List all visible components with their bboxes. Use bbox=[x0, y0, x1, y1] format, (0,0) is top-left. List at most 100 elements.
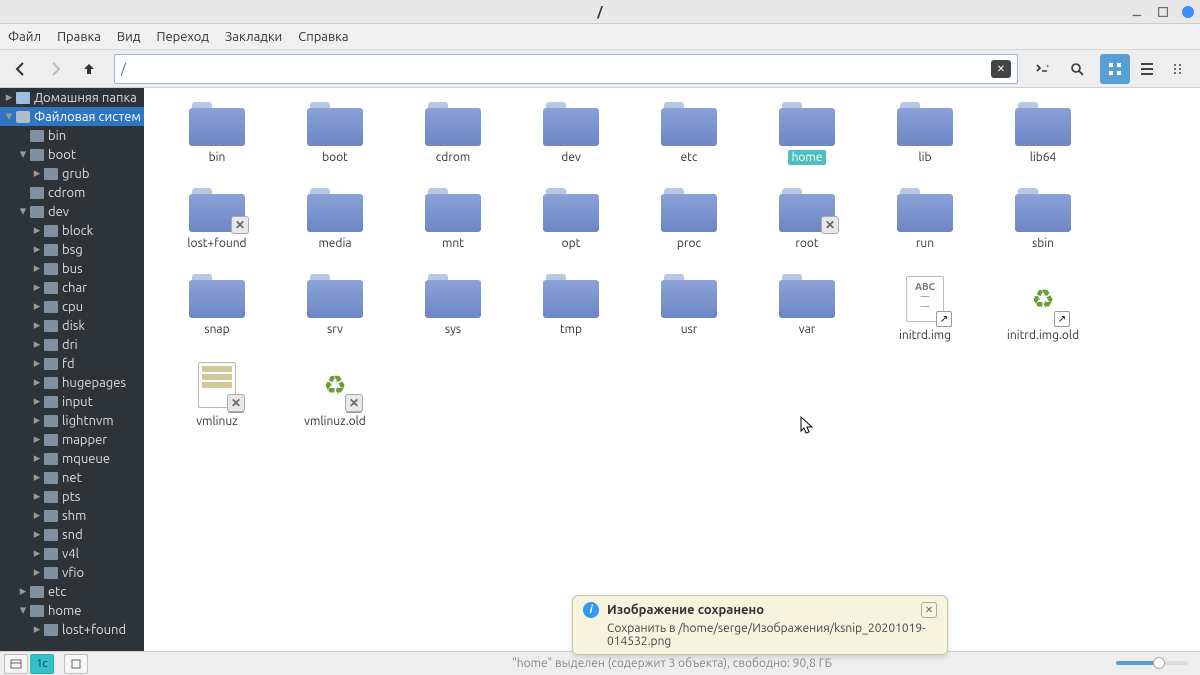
file-item-vmlinuz[interactable]: ↗✕vmlinuz bbox=[158, 360, 276, 446]
sidebar-item-grub[interactable]: ▸grub bbox=[0, 164, 144, 183]
sidebar-item-bin[interactable]: bin bbox=[0, 126, 144, 145]
tree-twisty-icon[interactable]: ▾ bbox=[16, 204, 30, 219]
minimize-button[interactable] bbox=[1130, 5, 1144, 19]
sidebar-item-lightnvm[interactable]: ▸lightnvm bbox=[0, 411, 144, 430]
file-item-srv[interactable]: srv bbox=[276, 274, 394, 360]
sidebar-item-home[interactable]: ▸Домашняя папка bbox=[0, 88, 144, 107]
file-item-root[interactable]: ✕root bbox=[748, 188, 866, 274]
file-item-usr[interactable]: usr bbox=[630, 274, 748, 360]
icon-view-button[interactable] bbox=[1100, 54, 1130, 84]
sidebar-item-lost-found[interactable]: ▸lost+found bbox=[0, 620, 144, 639]
tree-twisty-icon[interactable]: ▸ bbox=[30, 470, 44, 485]
clear-path-icon[interactable]: ✕ bbox=[991, 60, 1011, 78]
file-item-proc[interactable]: proc bbox=[630, 188, 748, 274]
file-item-initrd-img[interactable]: ABC——↗initrd.img bbox=[866, 274, 984, 360]
sidebar-item-vfio[interactable]: ▸vfio bbox=[0, 563, 144, 582]
file-item-snap[interactable]: snap bbox=[158, 274, 276, 360]
sidebar-item-disk[interactable]: ▸disk bbox=[0, 316, 144, 335]
tree-twisty-icon[interactable]: ▸ bbox=[30, 261, 44, 276]
forward-button[interactable] bbox=[40, 54, 70, 84]
sidebar-item-input[interactable]: ▸input bbox=[0, 392, 144, 411]
tree-twisty-icon[interactable]: ▸ bbox=[16, 584, 30, 599]
tree-twisty-icon[interactable]: ▸ bbox=[30, 242, 44, 257]
menu-file[interactable]: Файл bbox=[8, 30, 41, 44]
file-item-mnt[interactable]: mnt bbox=[394, 188, 512, 274]
sidebar-item-cdrom[interactable]: cdrom bbox=[0, 183, 144, 202]
path-input[interactable] bbox=[121, 62, 991, 76]
path-entry[interactable]: ✕ bbox=[114, 54, 1018, 84]
tree-twisty-icon[interactable]: ▾ bbox=[16, 603, 30, 618]
tree-twisty-icon[interactable]: ▸ bbox=[30, 451, 44, 466]
places-panel-button[interactable] bbox=[4, 654, 28, 674]
tree-twisty-icon[interactable]: ▸ bbox=[2, 90, 16, 105]
menu-help[interactable]: Справка bbox=[298, 30, 348, 44]
menu-view[interactable]: Вид bbox=[117, 30, 141, 44]
sidebar-item-char[interactable]: ▸char bbox=[0, 278, 144, 297]
sidebar-item-fd[interactable]: ▸fd bbox=[0, 354, 144, 373]
sidebar-item-boot[interactable]: ▾boot bbox=[0, 145, 144, 164]
tree-twisty-icon[interactable]: ▾ bbox=[16, 147, 30, 162]
sidebar-item-bsg[interactable]: ▸bsg bbox=[0, 240, 144, 259]
sidebar-item-dev[interactable]: ▾dev bbox=[0, 202, 144, 221]
sidebar-item-filesystem[interactable]: ▾Файловая систем bbox=[0, 107, 144, 126]
file-item-opt[interactable]: opt bbox=[512, 188, 630, 274]
zoom-slider[interactable] bbox=[1116, 661, 1188, 665]
tree-twisty-icon[interactable]: ▸ bbox=[30, 318, 44, 333]
menu-go[interactable]: Переход bbox=[156, 30, 209, 44]
sidebar-item-etc[interactable]: ▸etc bbox=[0, 582, 144, 601]
sidebar-item-bus[interactable]: ▸bus bbox=[0, 259, 144, 278]
tree-twisty-icon[interactable]: ▸ bbox=[30, 489, 44, 504]
sidebar-item-shm[interactable]: ▸shm bbox=[0, 506, 144, 525]
file-item-sys[interactable]: sys bbox=[394, 274, 512, 360]
tree-twisty-icon[interactable]: ▸ bbox=[30, 223, 44, 238]
sidebar-tree[interactable]: ▸Домашняя папка▾Файловая системbin▾boot▸… bbox=[0, 88, 144, 651]
sidebar-item-v4l[interactable]: ▸v4l bbox=[0, 544, 144, 563]
file-item-lib64[interactable]: lib64 bbox=[984, 102, 1102, 188]
file-item-media[interactable]: media bbox=[276, 188, 394, 274]
tree-panel-button[interactable]: 1c bbox=[30, 654, 54, 674]
tree-twisty-icon[interactable]: ▸ bbox=[30, 565, 44, 580]
list-view-button[interactable] bbox=[1132, 54, 1162, 84]
tree-twisty-icon[interactable]: ▸ bbox=[30, 166, 44, 181]
tree-twisty-icon[interactable]: ▸ bbox=[30, 394, 44, 409]
tree-twisty-icon[interactable]: ▸ bbox=[30, 546, 44, 561]
terminal-button[interactable] bbox=[1028, 54, 1058, 84]
tree-twisty-icon[interactable]: ▸ bbox=[30, 413, 44, 428]
tree-twisty-icon[interactable]: ▸ bbox=[30, 280, 44, 295]
sidebar-item-hugepages[interactable]: ▸hugepages bbox=[0, 373, 144, 392]
extra-panel-button[interactable] bbox=[64, 654, 88, 674]
tree-twisty-icon[interactable]: ▸ bbox=[30, 527, 44, 542]
tree-twisty-icon[interactable]: ▸ bbox=[30, 337, 44, 352]
close-button[interactable] bbox=[1182, 6, 1194, 18]
up-button[interactable] bbox=[74, 54, 104, 84]
notification-close-button[interactable]: ✕ bbox=[921, 602, 937, 618]
file-item-lib[interactable]: lib bbox=[866, 102, 984, 188]
file-item-var[interactable]: var bbox=[748, 274, 866, 360]
tree-twisty-icon[interactable]: ▾ bbox=[2, 109, 16, 124]
tree-twisty-icon[interactable]: ▸ bbox=[30, 622, 44, 637]
menu-bookmarks[interactable]: Закладки bbox=[225, 30, 282, 44]
compact-view-button[interactable] bbox=[1164, 54, 1194, 84]
file-item-bin[interactable]: bin bbox=[158, 102, 276, 188]
file-item-initrd-img-old[interactable]: ♻↗initrd.img.old bbox=[984, 274, 1102, 360]
back-button[interactable] bbox=[6, 54, 36, 84]
file-item-etc[interactable]: etc bbox=[630, 102, 748, 188]
sidebar-item-cpu[interactable]: ▸cpu bbox=[0, 297, 144, 316]
file-item-sbin[interactable]: sbin bbox=[984, 188, 1102, 274]
sidebar-item-mapper[interactable]: ▸mapper bbox=[0, 430, 144, 449]
tree-twisty-icon[interactable]: ▸ bbox=[30, 432, 44, 447]
sidebar-item-home[interactable]: ▾home bbox=[0, 601, 144, 620]
sidebar-item-snd[interactable]: ▸snd bbox=[0, 525, 144, 544]
sidebar-item-dri[interactable]: ▸dri bbox=[0, 335, 144, 354]
menu-edit[interactable]: Правка bbox=[57, 30, 101, 44]
tree-twisty-icon[interactable]: ▸ bbox=[30, 299, 44, 314]
tree-twisty-icon[interactable]: ▸ bbox=[30, 356, 44, 371]
tree-twisty-icon[interactable]: ▸ bbox=[30, 508, 44, 523]
maximize-button[interactable] bbox=[1156, 5, 1170, 19]
sidebar-item-mqueue[interactable]: ▸mqueue bbox=[0, 449, 144, 468]
file-item-dev[interactable]: dev bbox=[512, 102, 630, 188]
sidebar-item-net[interactable]: ▸net bbox=[0, 468, 144, 487]
tree-twisty-icon[interactable]: ▸ bbox=[30, 375, 44, 390]
file-view[interactable]: binbootcdromdevetchomeliblib64✕lost+foun… bbox=[144, 88, 1200, 651]
sidebar-item-pts[interactable]: ▸pts bbox=[0, 487, 144, 506]
